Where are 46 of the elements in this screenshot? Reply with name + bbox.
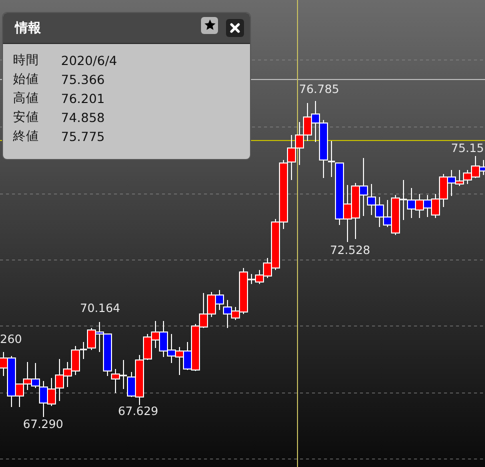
price-label: 72.528 [330, 243, 370, 257]
candlestick [199, 292, 208, 328]
field-label: 高値 [13, 90, 40, 107]
price-label: 260 [0, 332, 22, 346]
close-icon [230, 23, 240, 33]
candlestick [175, 346, 184, 376]
field-value: 75.366 [61, 72, 105, 87]
candlestick [95, 322, 104, 352]
candlestick [215, 290, 224, 310]
field-label: 終値 [13, 128, 40, 145]
close-button[interactable] [226, 19, 244, 37]
price-label: 75.15 [451, 141, 484, 155]
candlestick [295, 122, 304, 166]
candlestick [439, 174, 448, 208]
candlestick [207, 292, 216, 318]
candlestick [311, 100, 320, 142]
field-label: 時間 [13, 52, 40, 69]
candlestick [407, 188, 416, 218]
candlestick [375, 196, 384, 228]
candlestick [423, 194, 432, 218]
candlestick [415, 194, 424, 218]
candlestick [343, 184, 352, 242]
price-label: 76.785 [299, 82, 340, 96]
candlestick [31, 362, 40, 388]
price-label: 67.290 [23, 417, 64, 431]
candlestick [23, 362, 32, 390]
candlestick [151, 320, 160, 348]
field-label: 始値 [13, 71, 40, 88]
field-value: 74.858 [61, 110, 105, 125]
candlestick [431, 194, 440, 218]
panel-title: 情報 [15, 20, 42, 37]
candlestick [351, 182, 360, 240]
price-label: 67.629 [118, 404, 158, 418]
field-value: 2020/6/4 [61, 53, 118, 68]
star-icon [204, 19, 216, 31]
candlestick [159, 320, 168, 358]
field-value: 75.775 [61, 129, 105, 144]
field-label: 安値 [13, 109, 40, 126]
price-label: 70.164 [80, 301, 120, 315]
candlestick [87, 328, 96, 350]
candlestick [39, 380, 48, 418]
candlestick [255, 270, 264, 284]
candlestick [167, 334, 176, 364]
favorite-button[interactable] [201, 16, 218, 34]
field-value: 76.201 [61, 91, 105, 106]
candlestick [303, 102, 312, 142]
